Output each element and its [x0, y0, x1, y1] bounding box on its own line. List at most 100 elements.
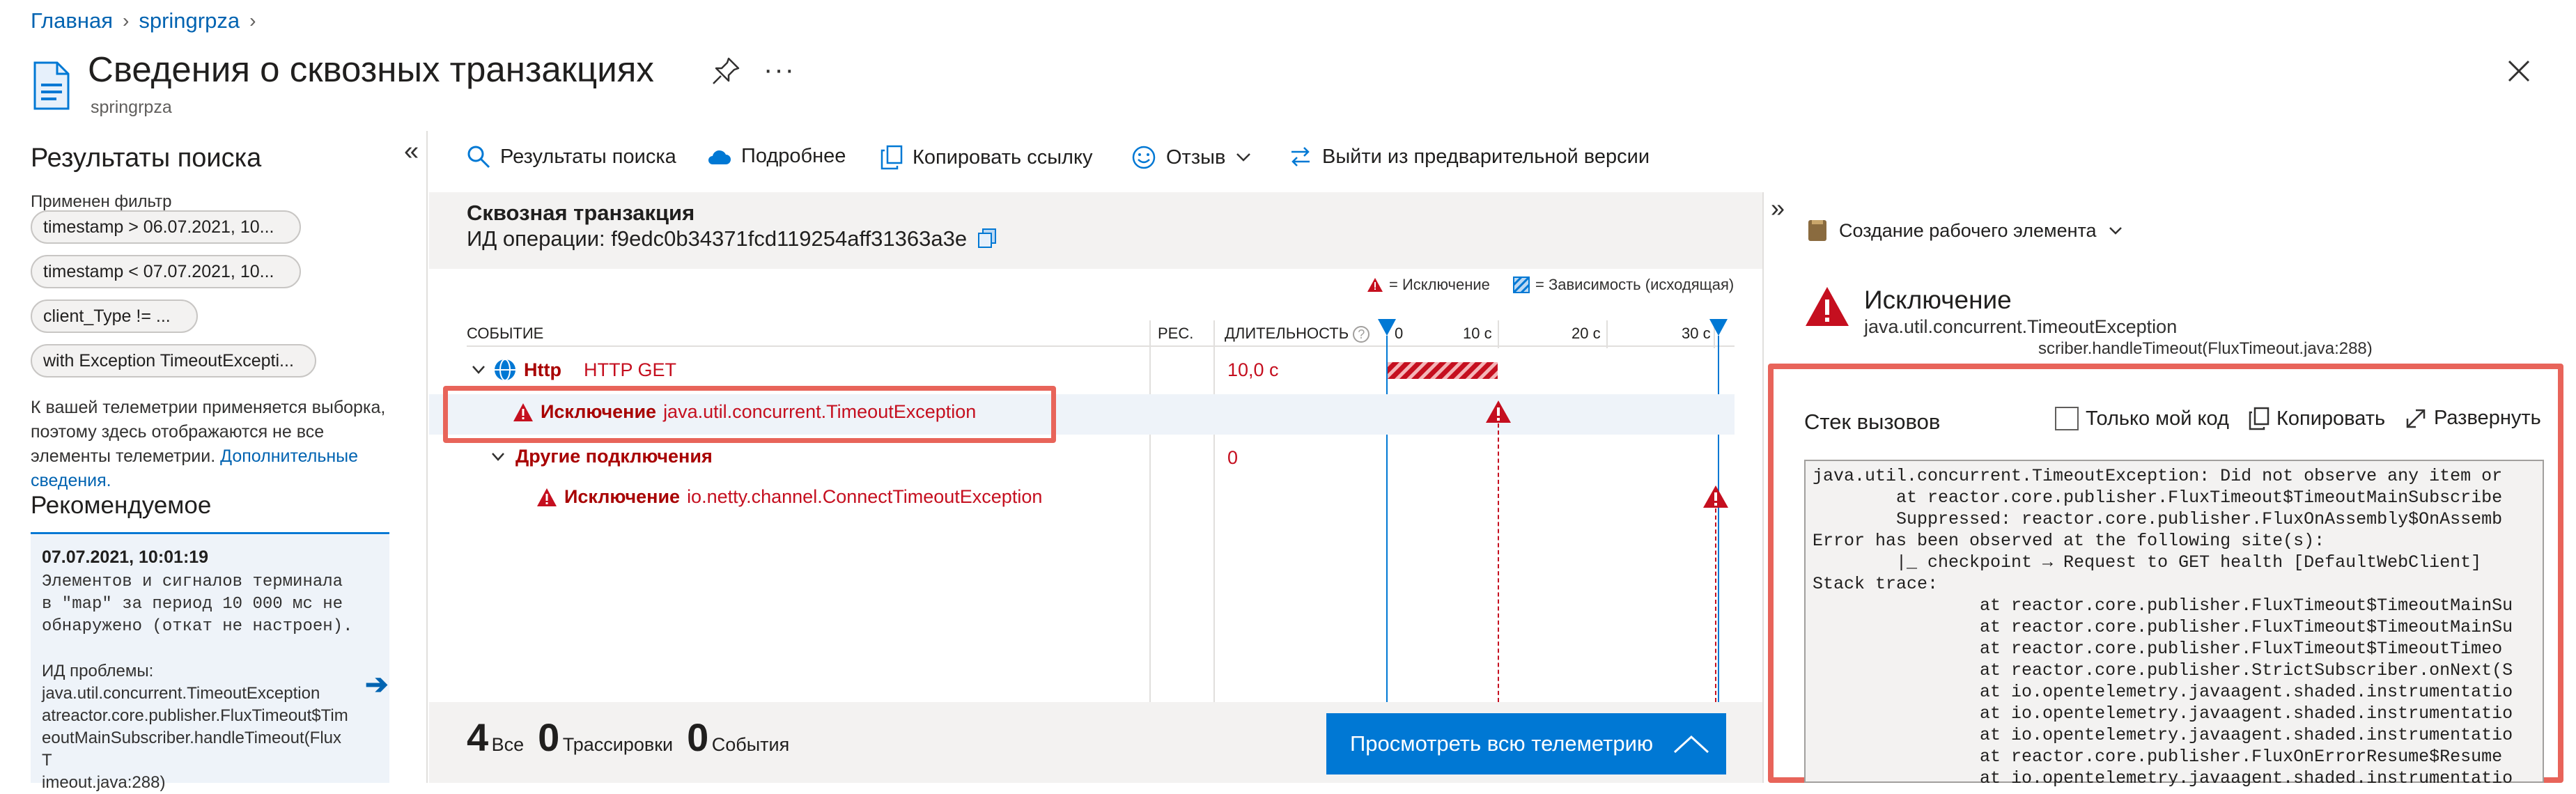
- event-row-other[interactable]: Другие подключения: [490, 446, 713, 467]
- issue-text: java.util.concurrent.TimeoutException at…: [42, 684, 348, 792]
- page-subtitle: springrpza: [91, 98, 172, 117]
- event-row-http[interactable]: Http HTTP GET: [471, 358, 676, 382]
- more-icon[interactable]: ···: [763, 54, 796, 86]
- card-accent: [31, 532, 389, 534]
- chevron-down-icon: [1236, 153, 1251, 162]
- count-all[interactable]: 4 Все: [467, 715, 524, 760]
- exception-type: java.util.concurrent.TimeoutException: [1864, 316, 2178, 337]
- col-event[interactable]: СОБЫТИЕ: [467, 325, 543, 343]
- filter-chip[interactable]: with Exception TimeoutExcepti...: [31, 344, 316, 377]
- feedback-label: Отзыв: [1166, 146, 1226, 169]
- tick-label: 20 с: [1572, 325, 1601, 342]
- exception-type: io.netty.channel.ConnectTimeoutException: [687, 486, 1043, 507]
- transaction-title: Сквозная транзакция: [467, 201, 695, 225]
- close-icon[interactable]: [2505, 57, 2533, 85]
- tick-mark: [1606, 320, 1608, 348]
- tick-label: 10 с: [1463, 325, 1492, 342]
- recommended-title: Рекомендуемое: [31, 492, 212, 519]
- chevron-down-icon: [2109, 227, 2122, 235]
- filter-chip[interactable]: timestamp < 07.07.2021, 10...: [31, 255, 301, 288]
- details-label: Подробнее: [741, 145, 846, 167]
- document-icon: [33, 61, 70, 110]
- count-events[interactable]: 0 События: [687, 715, 789, 760]
- feedback-button[interactable]: Отзыв: [1131, 145, 1252, 170]
- exit-preview-label: Выйти из предварительной версии: [1322, 145, 1650, 168]
- copy-icon: [2249, 407, 2269, 430]
- count-number: 0: [538, 715, 560, 759]
- breadcrumb-home[interactable]: Главная: [31, 8, 113, 33]
- event-name: Другие подключения: [515, 446, 713, 467]
- legend-dependency: = Зависимость (исходящая): [1513, 276, 1734, 294]
- recommended-message: Элементов и сигналов терминала в "map" з…: [42, 573, 353, 636]
- warning-icon[interactable]: [1485, 400, 1512, 423]
- event-name: Http: [524, 359, 561, 380]
- count-label: Все: [491, 734, 525, 755]
- legend-exception: = Исключение: [1367, 276, 1490, 294]
- col-duration[interactable]: ДЛИТЕЛЬНОСТЬ ?: [1225, 325, 1370, 343]
- just-my-code-toggle[interactable]: Только мой код: [2055, 407, 2229, 430]
- tick-mark: [1498, 320, 1499, 348]
- copy-link-button[interactable]: Копировать ссылку: [880, 145, 1092, 170]
- copy-icon[interactable]: [977, 228, 998, 249]
- view-all-telemetry-button[interactable]: Просмотреть всю телеметрию: [1326, 713, 1726, 774]
- legend-dependency-label: = Зависимость (исходящая): [1535, 276, 1735, 293]
- callstack-code: java.util.concurrent.TimeoutException: D…: [1813, 466, 2513, 788]
- search-icon: [467, 146, 490, 169]
- filter-chip[interactable]: client_Type != ...: [31, 299, 198, 333]
- col-res[interactable]: РЕС.: [1158, 325, 1193, 343]
- search-results-button[interactable]: Результаты поиска: [467, 145, 676, 169]
- event-duration: 0: [1227, 447, 1239, 468]
- operation-id-text: ИД операции: f9edc0b34371fcd119254aff313…: [467, 226, 968, 251]
- event-duration: 10,0 с: [1227, 359, 1279, 380]
- help-icon[interactable]: ?: [1353, 326, 1370, 343]
- create-work-item-label: Создание рабочего элемента: [1839, 219, 2097, 241]
- sampling-note: К вашей телеметрии применяется выборка, …: [31, 396, 400, 493]
- checkbox[interactable]: [2055, 407, 2079, 430]
- count-number: 0: [687, 715, 709, 759]
- create-work-item-button[interactable]: Создание рабочего элемента: [1807, 219, 2123, 242]
- collapse-pane-icon[interactable]: «: [404, 137, 419, 166]
- globe-icon: [495, 359, 515, 381]
- exception-marker-line: [1498, 423, 1499, 702]
- view-all-label: Просмотреть всю телеметрию: [1350, 731, 1654, 756]
- count-traces[interactable]: 0 Трассировки: [538, 715, 673, 760]
- event-row-exception[interactable]: Исключение io.netty.channel.ConnectTimeo…: [536, 486, 1042, 508]
- count-label: Трассировки: [562, 734, 674, 755]
- chevron-right-icon: ›: [123, 10, 130, 31]
- timeline-end-handle[interactable]: [1708, 318, 1729, 702]
- exit-preview-button[interactable]: Выйти из предварительной версии: [1289, 145, 1650, 169]
- duration-bar[interactable]: [1388, 362, 1498, 379]
- details-button[interactable]: Подробнее: [706, 145, 846, 168]
- search-results-title: Результаты поиска: [31, 143, 262, 173]
- chevron-right-icon: ›: [249, 10, 256, 31]
- copy-link-label: Копировать ссылку: [913, 146, 1093, 169]
- breadcrumb-resource[interactable]: springrpza: [139, 8, 240, 33]
- count-label: События: [711, 734, 790, 755]
- expand-button[interactable]: Развернуть: [2405, 407, 2541, 430]
- cloud-icon: [708, 150, 731, 164]
- arrow-right-icon[interactable]: ➔: [365, 669, 389, 701]
- pin-icon[interactable]: [711, 56, 741, 86]
- issue-label: ИД проблемы:: [42, 662, 154, 680]
- breadcrumb: Главная › springrpza ›: [31, 8, 256, 33]
- chevron-down-icon: [472, 366, 485, 374]
- warning-icon: [1806, 287, 1849, 326]
- legend-exception-label: = Исключение: [1389, 276, 1490, 293]
- expand-panel-icon[interactable]: »: [1771, 194, 1785, 223]
- event-type: HTTP GET: [583, 359, 676, 380]
- chevron-down-icon: [492, 452, 504, 461]
- chevron-up-icon: [1673, 735, 1709, 754]
- warning-icon[interactable]: [1702, 485, 1729, 508]
- panel-divider: [1762, 192, 1764, 783]
- filter-chip[interactable]: timestamp > 06.07.2021, 10...: [31, 210, 301, 244]
- exception-marker-line: [1715, 508, 1716, 702]
- pane-divider: [426, 131, 428, 783]
- tick-label: 30 с: [1682, 325, 1711, 342]
- truncated-stack-line: scriber.handleTimeout(FluxTimeout.java:2…: [2038, 341, 2373, 357]
- copy-button[interactable]: Копировать: [2249, 407, 2385, 430]
- column-divider: [1213, 320, 1215, 702]
- telemetry-counts: 4 Все 0 Трассировки 0 События: [467, 715, 789, 760]
- smiley-icon: [1132, 146, 1156, 169]
- recommended-date: 07.07.2021, 10:01:19: [42, 547, 209, 567]
- search-results-label: Результаты поиска: [500, 145, 676, 168]
